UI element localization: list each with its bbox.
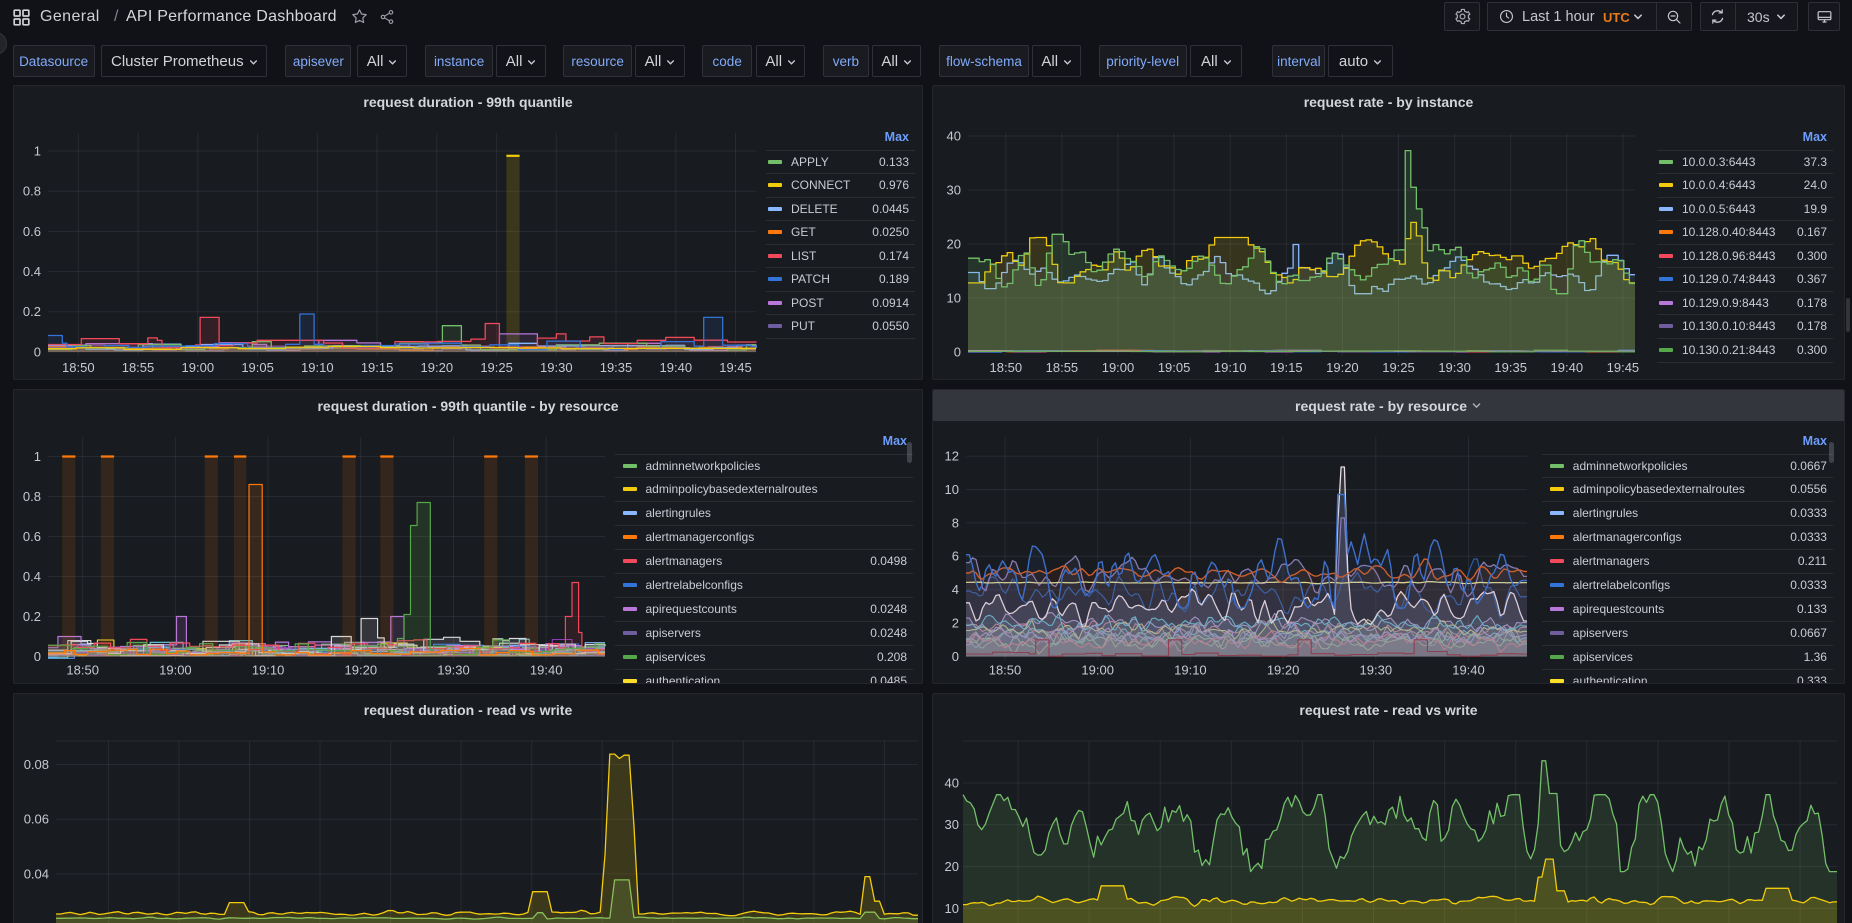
svg-text:10: 10 <box>945 482 959 497</box>
svg-text:19:05: 19:05 <box>1158 360 1191 375</box>
svg-text:10: 10 <box>945 901 959 916</box>
svg-text:20: 20 <box>945 859 959 874</box>
svg-text:30: 30 <box>947 182 961 197</box>
svg-text:19:20: 19:20 <box>1267 663 1300 678</box>
svg-text:19:40: 19:40 <box>1452 663 1485 678</box>
svg-text:19:00: 19:00 <box>182 360 215 375</box>
svg-text:19:15: 19:15 <box>361 360 394 375</box>
svg-text:19:15: 19:15 <box>1270 360 1303 375</box>
svg-text:19:10: 19:10 <box>1214 360 1247 375</box>
svg-text:19:25: 19:25 <box>480 360 513 375</box>
svg-text:19:45: 19:45 <box>719 360 752 375</box>
svg-text:40: 40 <box>947 128 961 143</box>
svg-text:0.2: 0.2 <box>23 609 41 624</box>
svg-text:0.2: 0.2 <box>23 304 41 319</box>
svg-text:19:20: 19:20 <box>421 360 454 375</box>
svg-text:19:30: 19:30 <box>1438 360 1471 375</box>
svg-text:19:00: 19:00 <box>1081 663 1114 678</box>
svg-text:1: 1 <box>34 143 41 158</box>
svg-text:19:20: 19:20 <box>1326 360 1359 375</box>
svg-text:4: 4 <box>952 582 959 597</box>
svg-text:0.04: 0.04 <box>24 866 49 881</box>
svg-text:20: 20 <box>947 236 961 251</box>
svg-text:0.8: 0.8 <box>23 184 41 199</box>
svg-text:19:10: 19:10 <box>301 360 334 375</box>
svg-text:19:40: 19:40 <box>1551 360 1584 375</box>
svg-text:10: 10 <box>947 290 961 305</box>
svg-text:19:10: 19:10 <box>252 663 285 678</box>
svg-text:19:40: 19:40 <box>530 663 563 678</box>
svg-text:19:35: 19:35 <box>1494 360 1527 375</box>
svg-text:19:45: 19:45 <box>1607 360 1640 375</box>
svg-text:18:50: 18:50 <box>989 663 1022 678</box>
svg-text:19:25: 19:25 <box>1382 360 1415 375</box>
svg-text:0.6: 0.6 <box>23 529 41 544</box>
svg-text:0.08: 0.08 <box>24 757 49 772</box>
svg-text:18:55: 18:55 <box>122 360 155 375</box>
svg-text:19:10: 19:10 <box>1174 663 1207 678</box>
svg-text:0.8: 0.8 <box>23 489 41 504</box>
svg-text:1: 1 <box>34 449 41 464</box>
svg-text:0.4: 0.4 <box>23 569 41 584</box>
svg-text:12: 12 <box>945 449 959 464</box>
svg-text:6: 6 <box>952 549 959 564</box>
svg-text:19:30: 19:30 <box>437 663 470 678</box>
svg-text:0: 0 <box>34 344 41 359</box>
svg-text:19:05: 19:05 <box>241 360 274 375</box>
svg-text:0: 0 <box>34 649 41 664</box>
svg-text:0.6: 0.6 <box>23 224 41 239</box>
svg-text:0.06: 0.06 <box>24 812 49 827</box>
svg-text:30: 30 <box>945 817 959 832</box>
svg-text:19:35: 19:35 <box>600 360 633 375</box>
svg-text:0.4: 0.4 <box>23 264 41 279</box>
svg-text:19:30: 19:30 <box>1360 663 1393 678</box>
svg-text:19:30: 19:30 <box>540 360 573 375</box>
svg-text:19:00: 19:00 <box>159 663 192 678</box>
svg-text:18:50: 18:50 <box>990 360 1023 375</box>
svg-text:2: 2 <box>952 616 959 631</box>
svg-text:18:50: 18:50 <box>66 663 99 678</box>
svg-text:8: 8 <box>952 515 959 530</box>
svg-text:19:20: 19:20 <box>345 663 378 678</box>
svg-text:0: 0 <box>954 344 961 359</box>
svg-text:18:50: 18:50 <box>62 360 95 375</box>
svg-text:19:40: 19:40 <box>660 360 693 375</box>
svg-text:18:55: 18:55 <box>1046 360 1079 375</box>
svg-text:40: 40 <box>945 775 959 790</box>
svg-text:0: 0 <box>952 649 959 664</box>
svg-text:19:00: 19:00 <box>1102 360 1135 375</box>
